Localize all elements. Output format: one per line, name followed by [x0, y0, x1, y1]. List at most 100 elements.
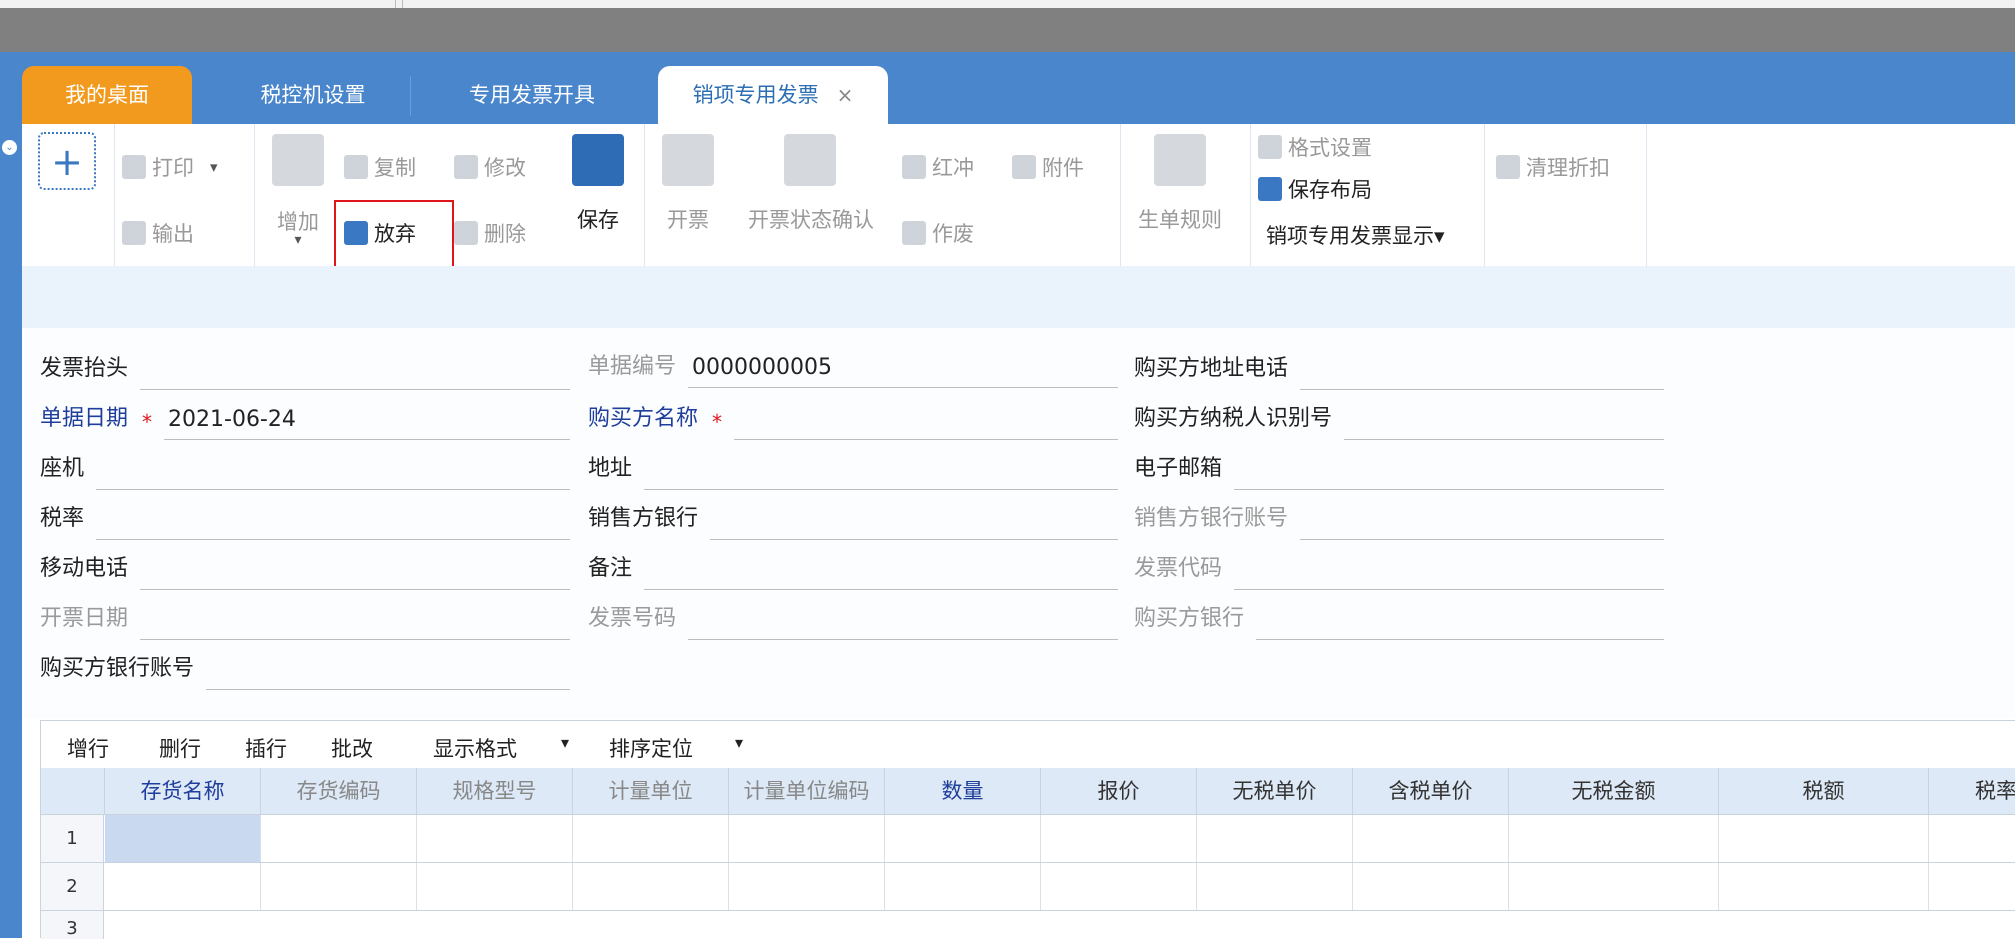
tax-rate-input[interactable] — [96, 501, 570, 540]
tab-label: 专用发票开具 — [469, 83, 595, 107]
doc-no-input[interactable]: 0000000005 — [688, 349, 1118, 388]
delete-button[interactable]: 删除 — [454, 218, 526, 248]
landline-input[interactable] — [96, 451, 570, 490]
column-header[interactable]: 含税单价 — [1353, 768, 1509, 814]
field-label: 地址 — [588, 456, 633, 481]
expand-chevron-icon[interactable]: ⌄ — [2, 140, 17, 155]
save-layout-button[interactable]: 保存布局 — [1258, 174, 1372, 204]
export-button[interactable]: 输出 — [122, 218, 194, 248]
chevron-down-icon[interactable]: ▾ — [735, 733, 743, 752]
address-input[interactable] — [644, 451, 1118, 490]
save-button[interactable]: 保存 — [566, 204, 630, 234]
print-button[interactable]: 打印 ▾ — [122, 152, 218, 182]
chevron-down-icon[interactable]: ▾ — [270, 232, 326, 248]
table-row[interactable]: 2 — [41, 862, 2015, 911]
tab-special-invoice-issue[interactable]: 专用发票开具 — [422, 66, 642, 124]
add-plus-button[interactable]: + — [38, 132, 96, 190]
insert-row-button[interactable]: 插行 — [245, 733, 287, 763]
column-header[interactable]: 存货编码 — [261, 768, 417, 814]
mobile-input[interactable] — [140, 551, 570, 590]
field-buyer-bank-acct: 购买方银行账号 — [40, 644, 570, 690]
column-header[interactable]: 存货名称 — [105, 768, 261, 814]
table-row[interactable]: 1 — [41, 814, 2015, 863]
table-cell[interactable] — [105, 815, 261, 863]
batch-edit-button[interactable]: 批改 — [331, 733, 373, 763]
tab-tax-device-settings[interactable]: 税控机设置 — [218, 66, 408, 124]
table-cell[interactable] — [1719, 863, 1929, 911]
remark-input[interactable] — [644, 551, 1118, 590]
delete-row-button[interactable]: 删行 — [159, 733, 201, 763]
delete-label: 删除 — [484, 222, 526, 246]
buyer-bank-input[interactable] — [1256, 601, 1664, 640]
add-document-icon[interactable] — [272, 134, 324, 186]
void-button[interactable]: 作废 — [902, 218, 974, 248]
table-cell[interactable] — [729, 863, 885, 911]
chevron-down-icon[interactable]: ▾ — [561, 733, 569, 752]
required-star: * — [712, 410, 723, 434]
seller-bank-input[interactable] — [710, 501, 1118, 540]
table-cell[interactable] — [417, 863, 573, 911]
invoice-number-input[interactable] — [688, 601, 1118, 640]
invoice-code-input[interactable] — [1234, 551, 1664, 590]
table-cell[interactable] — [1041, 863, 1197, 911]
tab-sales-special-invoice[interactable]: 销项专用发票 × — [658, 66, 888, 124]
tab-my-desktop[interactable]: 我的桌面 — [22, 66, 192, 124]
sort-locate-dropdown[interactable]: 排序定位 — [609, 733, 693, 763]
doc-date-input[interactable]: 2021-06-24 — [164, 401, 570, 440]
add-row-button[interactable]: 增行 — [67, 733, 109, 763]
buyer-taxid-input[interactable] — [1344, 401, 1664, 440]
red-reverse-button[interactable]: 红冲 — [902, 152, 974, 182]
table-cell[interactable] — [261, 863, 417, 911]
column-header[interactable]: 无税金额 — [1509, 768, 1719, 814]
table-cell[interactable] — [885, 863, 1041, 911]
display-format-dropdown[interactable]: 显示格式 — [433, 733, 517, 763]
table-cell[interactable] — [1509, 863, 1719, 911]
issue-invoice-icon[interactable] — [662, 134, 714, 186]
column-header[interactable]: 计量单位编码 — [729, 768, 885, 814]
table-cell[interactable] — [729, 815, 885, 863]
attachment-button[interactable]: 附件 — [1012, 152, 1084, 182]
column-header[interactable]: 税额 — [1719, 768, 1929, 814]
copy-button[interactable]: 复制 — [344, 152, 416, 182]
issue-status-confirm-button[interactable]: 开票状态确认 — [736, 204, 886, 234]
table-cell[interactable] — [885, 815, 1041, 863]
email-input[interactable] — [1234, 451, 1664, 490]
close-icon[interactable]: × — [837, 83, 854, 107]
table-cell[interactable] — [1353, 863, 1509, 911]
generate-rule-button[interactable]: 生单规则 — [1132, 204, 1228, 234]
check-confirm-icon[interactable] — [784, 134, 836, 186]
save-floppy-icon[interactable] — [572, 134, 624, 186]
column-header[interactable]: 报价 — [1041, 768, 1197, 814]
invoice-title-input[interactable] — [140, 351, 570, 390]
table-cell[interactable] — [1353, 815, 1509, 863]
column-header[interactable]: 数量 — [885, 768, 1041, 814]
rule-code-icon[interactable] — [1154, 134, 1206, 186]
format-settings-button[interactable]: 格式设置 — [1258, 132, 1372, 162]
table-cell[interactable] — [1719, 815, 1929, 863]
table-cell[interactable] — [1197, 863, 1353, 911]
clear-discount-button[interactable]: 清理折扣 — [1496, 152, 1610, 182]
issue-date-input[interactable] — [140, 601, 570, 640]
column-header[interactable]: 规格型号 — [417, 768, 573, 814]
table-cell[interactable] — [1197, 815, 1353, 863]
buyer-addr-phone-input[interactable] — [1300, 351, 1664, 390]
table-cell[interactable] — [105, 863, 261, 911]
column-header[interactable]: 计量单位 — [573, 768, 729, 814]
table-row[interactable]: 3 — [41, 910, 2015, 939]
column-header[interactable]: 税率 — [1929, 768, 2015, 814]
table-cell[interactable] — [573, 815, 729, 863]
seller-bank-acct-input[interactable] — [1300, 501, 1664, 540]
buyer-bank-acct-input[interactable] — [206, 651, 570, 690]
column-header[interactable]: 无税单价 — [1197, 768, 1353, 814]
modify-button[interactable]: 修改 — [454, 152, 526, 182]
table-cell[interactable] — [1041, 815, 1197, 863]
table-cell[interactable] — [1509, 815, 1719, 863]
table-cell[interactable] — [261, 815, 417, 863]
table-cell[interactable] — [417, 815, 573, 863]
issue-button[interactable]: 开票 — [652, 204, 724, 234]
copy-icon — [344, 155, 368, 179]
chevron-down-icon[interactable]: ▾ — [210, 158, 218, 176]
buyer-name-input[interactable] — [734, 401, 1118, 440]
display-dropdown[interactable]: 销项专用发票显示▾ — [1266, 220, 1445, 250]
table-cell[interactable] — [573, 863, 729, 911]
